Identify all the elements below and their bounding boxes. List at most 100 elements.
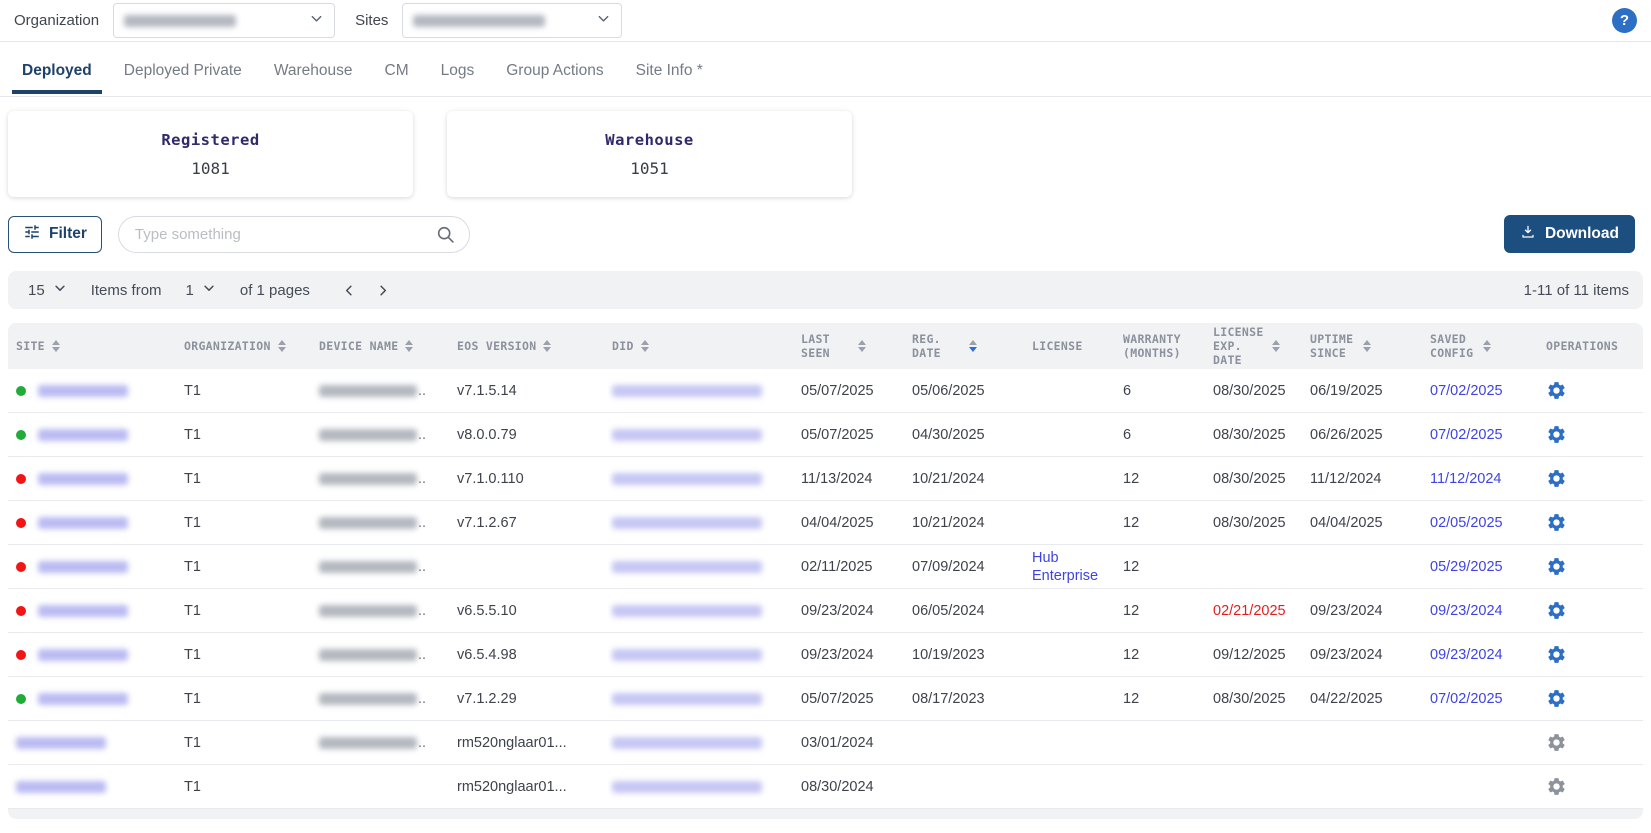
site-link-redacted[interactable]: [38, 385, 128, 397]
saved-config-link[interactable]: 07/02/2025: [1430, 382, 1503, 400]
gear-icon[interactable]: [1546, 556, 1567, 577]
page-number-select[interactable]: 1: [180, 281, 222, 299]
site-link-redacted[interactable]: [16, 781, 106, 793]
column-header-reg-date[interactable]: REG. DATE: [908, 323, 1028, 369]
sort-icon-active-desc[interactable]: [969, 340, 977, 352]
column-header-eos-version[interactable]: EOS VERSION: [453, 323, 608, 369]
device-name-redacted: [319, 737, 417, 749]
table-row: T1 .. v6.5.5.10 09/23/2024 06/05/2024 12…: [8, 589, 1643, 633]
table-row: T1 rm520nglaar01... 08/30/2024: [8, 765, 1643, 809]
tab-logs[interactable]: Logs: [425, 45, 491, 94]
did-link-redacted[interactable]: [612, 385, 762, 397]
tab-deployed-private[interactable]: Deployed Private: [108, 45, 258, 94]
next-page-icon[interactable]: [375, 283, 390, 298]
saved-config-link[interactable]: 02/05/2025: [1430, 514, 1503, 532]
sort-icon[interactable]: [641, 340, 649, 352]
page-size-select[interactable]: 15: [22, 281, 73, 299]
tab-site-info[interactable]: Site Info *: [620, 45, 719, 94]
reg-date-cell: 07/09/2024: [908, 545, 1028, 588]
warranty-cell: [1123, 765, 1213, 808]
site-link-redacted[interactable]: [38, 561, 128, 573]
last-seen-cell: 09/23/2024: [793, 589, 908, 632]
gear-icon[interactable]: [1546, 600, 1567, 621]
reg-date-cell: 10/21/2024: [908, 457, 1028, 500]
sort-icon[interactable]: [1272, 340, 1280, 352]
warranty-cell: 6: [1123, 369, 1213, 412]
tab-group-actions[interactable]: Group Actions: [490, 45, 619, 94]
device-name-cell: ..: [313, 677, 453, 720]
tab-cm[interactable]: CM: [369, 45, 425, 94]
site-link-redacted[interactable]: [38, 693, 128, 705]
help-icon[interactable]: ?: [1612, 8, 1637, 33]
site-link-redacted[interactable]: [38, 429, 128, 441]
license-exp-date-cell: 08/30/2025: [1213, 413, 1308, 456]
site-cell: [8, 457, 178, 500]
did-link-redacted[interactable]: [612, 517, 762, 529]
sort-icon[interactable]: [1363, 340, 1371, 352]
saved-config-link[interactable]: 07/02/2025: [1430, 426, 1503, 444]
tab-deployed[interactable]: Deployed: [6, 45, 108, 94]
site-link-redacted[interactable]: [38, 649, 128, 661]
site-link-redacted[interactable]: [16, 737, 106, 749]
download-button[interactable]: Download: [1504, 215, 1635, 253]
column-header-uptime-since[interactable]: UPTIME SINCE: [1308, 323, 1428, 369]
saved-config-link[interactable]: 09/23/2024: [1430, 602, 1503, 620]
license-cell: [1028, 677, 1123, 720]
site-link-redacted[interactable]: [38, 517, 128, 529]
sort-icon[interactable]: [405, 340, 413, 352]
gear-icon[interactable]: [1546, 732, 1567, 753]
site-link-redacted[interactable]: [38, 473, 128, 485]
did-link-redacted[interactable]: [612, 781, 762, 793]
gear-icon[interactable]: [1546, 512, 1567, 533]
sort-icon[interactable]: [278, 340, 286, 352]
chevron-down-icon: [53, 281, 67, 299]
device-name-redacted: [319, 473, 417, 485]
uptime-since-cell: 06/26/2025: [1308, 413, 1428, 456]
column-header-site[interactable]: SITE: [8, 323, 178, 369]
device-name-cell: ..: [313, 589, 453, 632]
license-link[interactable]: Hub Enterprise: [1032, 549, 1123, 585]
sites-select[interactable]: [402, 3, 622, 38]
eos-version-cell: rm520nglaar01...: [453, 721, 608, 764]
column-header-saved-config[interactable]: SAVED CONFIG: [1428, 323, 1538, 369]
gear-icon[interactable]: [1546, 380, 1567, 401]
gear-icon[interactable]: [1546, 688, 1567, 709]
did-cell: [608, 589, 793, 632]
sort-icon[interactable]: [858, 340, 866, 352]
saved-config-link[interactable]: 09/23/2024: [1430, 646, 1503, 664]
did-link-redacted[interactable]: [612, 605, 762, 617]
did-link-redacted[interactable]: [612, 649, 762, 661]
prev-page-icon[interactable]: [342, 283, 357, 298]
saved-config-link[interactable]: 05/29/2025: [1430, 558, 1503, 576]
organization-select[interactable]: [113, 3, 335, 38]
sort-icon[interactable]: [1483, 340, 1491, 352]
search-input[interactable]: [118, 216, 470, 253]
last-seen-cell: 08/30/2024: [793, 765, 908, 808]
device-name-cell: ..: [313, 721, 453, 764]
gear-icon[interactable]: [1546, 468, 1567, 489]
license-cell: [1028, 413, 1123, 456]
column-header-device-name[interactable]: DEVICE NAME: [313, 323, 453, 369]
gear-icon[interactable]: [1546, 644, 1567, 665]
tab-warehouse[interactable]: Warehouse: [258, 45, 369, 94]
site-link-redacted[interactable]: [38, 605, 128, 617]
saved-config-link[interactable]: 11/12/2024: [1430, 470, 1502, 488]
did-link-redacted[interactable]: [612, 429, 762, 441]
search-icon[interactable]: [435, 224, 456, 250]
column-header-last-seen[interactable]: LAST SEEN: [793, 323, 908, 369]
column-header-did[interactable]: DID: [608, 323, 793, 369]
did-link-redacted[interactable]: [612, 473, 762, 485]
filter-button[interactable]: Filter: [8, 216, 102, 253]
saved-config-link[interactable]: 07/02/2025: [1430, 690, 1503, 708]
column-header-organization[interactable]: ORGANIZATION: [178, 323, 313, 369]
gear-icon[interactable]: [1546, 776, 1567, 797]
gear-icon[interactable]: [1546, 424, 1567, 445]
page-size-value: 15: [28, 282, 45, 299]
did-link-redacted[interactable]: [612, 561, 762, 573]
sort-icon[interactable]: [543, 340, 551, 352]
did-link-redacted[interactable]: [612, 737, 762, 749]
did-link-redacted[interactable]: [612, 693, 762, 705]
column-header-license-exp-date[interactable]: LICENSE EXP. DATE: [1213, 323, 1308, 369]
chevron-down-icon: [202, 281, 216, 299]
sort-icon[interactable]: [52, 340, 60, 352]
